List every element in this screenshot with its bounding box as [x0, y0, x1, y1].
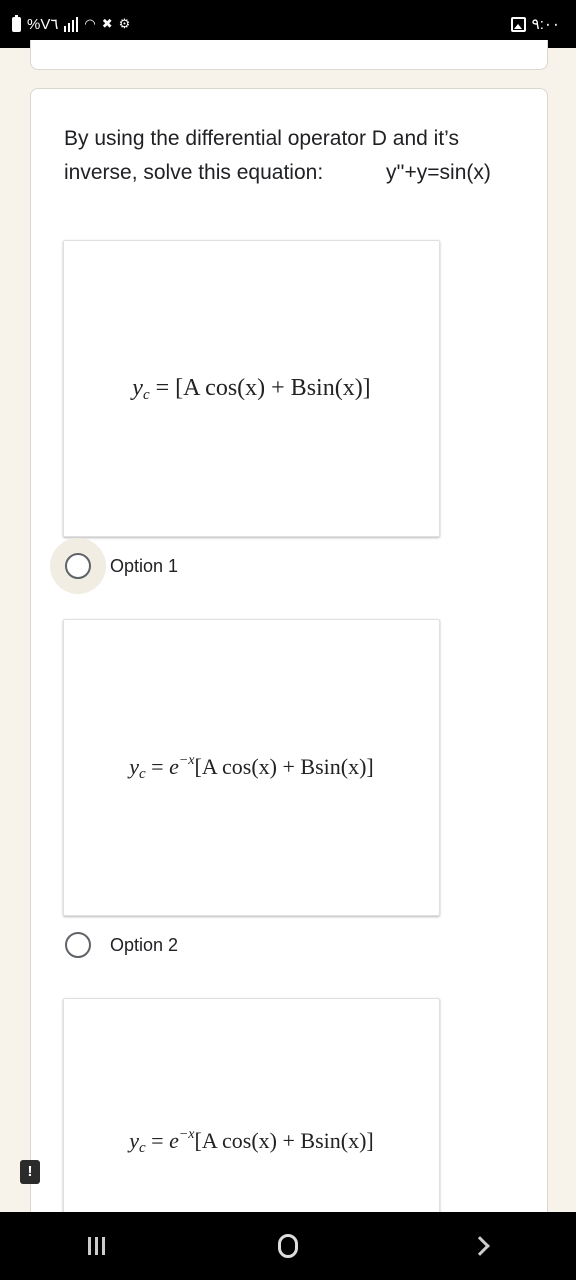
formula-rhs: [A cos(x) + Bsin(x)] [175, 374, 371, 401]
option-3-formula: yc = e−x[A cos(x) + Bsin(x)] [129, 1127, 374, 1157]
back-icon [470, 1236, 490, 1256]
gallery-icon [510, 16, 526, 32]
signal-bars-icon [64, 16, 79, 32]
status-right: ٩:٠٠ [510, 15, 560, 33]
option-1-label[interactable]: Option 1 [110, 556, 178, 577]
formula-exp: −x [178, 752, 195, 768]
formula-eq: = [149, 374, 176, 401]
formula-lhs: y [132, 374, 143, 401]
battery-icon [12, 14, 21, 32]
formula-exp-base: e [169, 753, 179, 779]
home-button[interactable] [258, 1221, 318, 1271]
option-3-image: yc = e−x[A cos(x) + Bsin(x)] [63, 998, 440, 1238]
settings-icon: ⚙ [118, 16, 131, 31]
alert-badge[interactable]: ! [20, 1160, 40, 1184]
option-2-image: yc = e−x[A cos(x) + Bsin(x)] [63, 619, 440, 916]
option-2[interactable]: Option 2 [50, 917, 178, 973]
formula-sub: c [139, 1140, 146, 1156]
radio-halo[interactable] [50, 538, 106, 594]
recents-button[interactable] [66, 1221, 126, 1271]
option-1-formula: yc = [A cos(x) + Bsin(x)] [132, 374, 370, 404]
option-2-label[interactable]: Option 2 [110, 935, 178, 956]
status-left: %V٦ ◠ ✖ ⚙ [12, 14, 131, 33]
option-2-formula: yc = e−x[A cos(x) + Bsin(x)] [129, 753, 374, 783]
formula-exp: −x [178, 1127, 195, 1142]
formula-sub: c [142, 386, 150, 403]
previous-card [30, 40, 548, 70]
formula-eq: = [145, 753, 170, 779]
clock: ٩:٠٠ [531, 16, 560, 33]
formula-eq: = [145, 1128, 170, 1153]
battery-percent: %V٦ [27, 16, 59, 33]
option-1[interactable]: Option 1 [50, 538, 178, 594]
option-1-image: yc = [A cos(x) + Bsin(x)] [63, 240, 440, 537]
option-2-radio[interactable] [65, 932, 91, 958]
wifi-icon: ◠ [84, 16, 96, 31]
question-equation: y''+y=sin(x) [386, 161, 491, 184]
formula-lhs: y [129, 1128, 139, 1153]
formula-rhs: [A cos(x) + Bsin(x)] [194, 753, 374, 779]
back-button[interactable] [450, 1221, 510, 1271]
formula-rhs: [A cos(x) + Bsin(x)] [194, 1128, 374, 1153]
bluetooth-icon: ✖ [101, 16, 113, 31]
formula-exp-base: e [169, 1128, 179, 1153]
option-1-radio[interactable] [65, 553, 91, 579]
recents-icon [87, 1237, 105, 1255]
formula-lhs: y [129, 753, 139, 779]
navigation-bar [0, 1212, 576, 1280]
formula-sub: c [139, 765, 146, 782]
home-icon [278, 1234, 298, 1258]
radio-halo[interactable] [50, 917, 106, 973]
